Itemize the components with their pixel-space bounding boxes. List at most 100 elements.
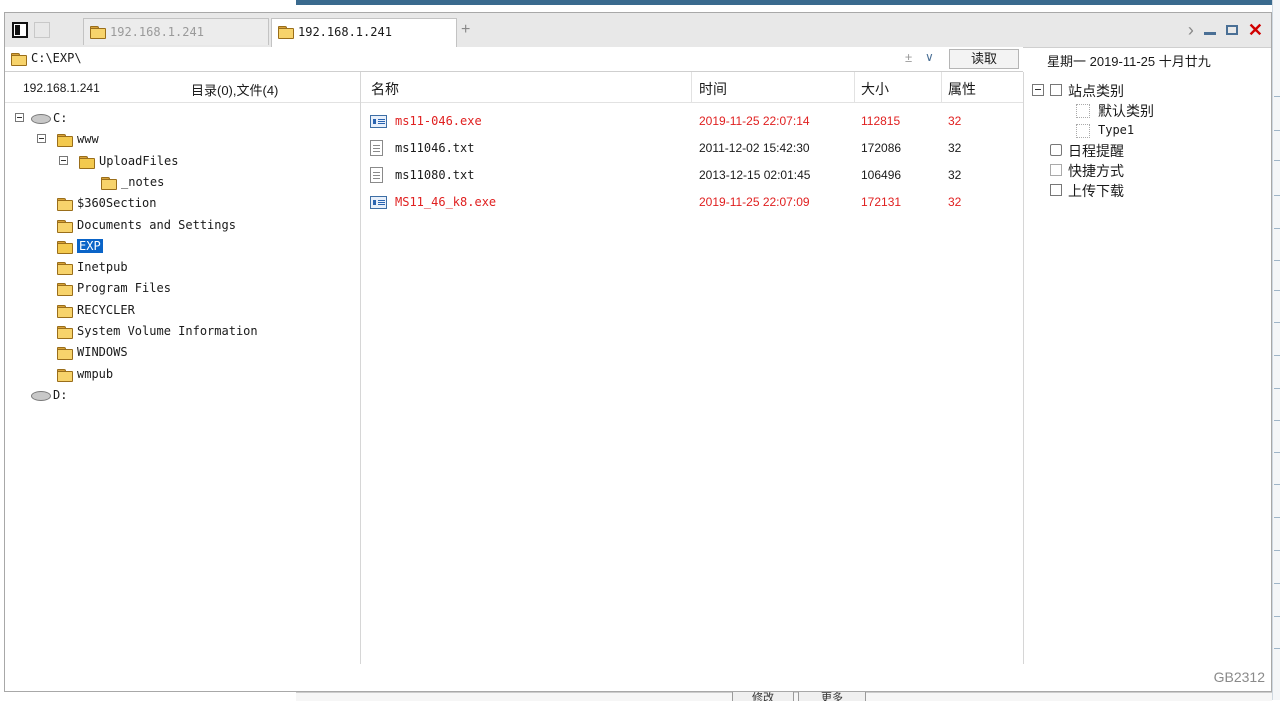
path-input[interactable]: C:\EXP\ [31,51,82,65]
file-row[interactable]: ms11080.txt 2013-12-15 02:01:45 106496 32 [361,162,1023,188]
tree-item[interactable]: Inetpub [37,259,357,279]
column-divider[interactable] [941,72,942,102]
background-divider [1274,484,1280,485]
plus-minus-icon[interactable]: ± [905,50,912,65]
tree-item-label: Documents and Settings [77,217,236,232]
title-bar: 192.168.1.241 192.168.1.241 + › ✕ [5,13,1271,48]
column-divider[interactable] [691,72,692,102]
background-divider [1274,550,1280,551]
background-divider [1274,583,1280,584]
background-divider [1274,420,1280,421]
folder-icon [57,304,73,318]
column-header-attr[interactable]: 属性 [948,79,976,101]
folder-icon [57,198,73,212]
category-item-icon [1076,104,1090,118]
background-divider [1274,228,1280,229]
file-name: ms11046.txt [395,141,475,155]
tree-item-label: UploadFiles [99,153,179,168]
tree-item-label: Program Files [77,281,171,296]
tree-item[interactable]: $360Section [37,195,357,215]
tab-label: 192.168.1.241 [298,25,392,39]
file-row[interactable]: ms11046.txt 2011-12-02 15:42:30 172086 32 [361,135,1023,161]
folder-icon [278,26,294,39]
encoding-label[interactable]: GB2312 [1214,669,1265,685]
site-category-label: 站点类别 [1068,83,1124,99]
tree-item[interactable]: _notes [81,174,401,194]
column-header-size[interactable]: 大小 [861,79,889,101]
exe-file-icon [370,115,387,128]
tab-inactive[interactable]: 192.168.1.241 [83,18,269,45]
background-divider [1274,130,1280,131]
drive-icon [31,390,51,401]
tree-item-label: Inetpub [77,260,128,275]
directory-tree-pane: 192.168.1.241 目录(0),文件(4) C: www UploadFil… [5,72,361,664]
tab-active[interactable]: 192.168.1.241 [271,18,457,48]
background-app-header [296,0,1280,5]
folder-icon [57,219,73,233]
transfer-icon [1050,184,1062,196]
file-time: 2019-11-25 22:07:14 [699,114,810,128]
column-divider[interactable] [854,72,855,102]
drive-icon [31,114,51,124]
address-bar: C:\EXP\ ± ∨ 读取 [5,47,1023,72]
text-file-icon [370,167,383,183]
window-controls: › ✕ [1188,17,1263,43]
read-button[interactable]: 读取 [949,49,1019,69]
tree-item[interactable]: wmpub [37,366,357,386]
collapse-icon[interactable] [37,134,46,144]
background-divider [1274,355,1280,356]
file-manager-window: 192.168.1.241 192.168.1.241 + › ✕ C:\EXP… [4,12,1272,692]
background-divider [1274,322,1280,323]
tree-item[interactable]: WINDOWS [37,344,357,364]
background-divider [1274,290,1280,291]
tree-item-label: System Volume Information [77,324,258,338]
background-divider [1274,160,1280,161]
file-time: 2011-12-02 15:42:30 [699,141,810,155]
collapse-icon[interactable] [15,113,24,122]
column-header-name[interactable]: 名称 [371,79,399,101]
background-app-strip [1272,0,1280,700]
site-category-pane: 站点类别 默认类别 Type1 日程提醒 快捷方式 上传下载 [1023,72,1272,664]
tree-item[interactable]: UploadFiles [59,153,379,173]
tree-item-label: $360Section [77,196,157,211]
folder-icon [57,283,73,297]
tree-item[interactable]: System Volume Information [37,323,357,343]
schedule-reminder-label: 日程提醒 [1068,143,1124,159]
category-item-icon [1076,124,1090,138]
maximize-button[interactable] [1225,25,1238,35]
folder-icon [79,155,95,169]
column-header-time[interactable]: 时间 [699,79,727,101]
tree-item[interactable]: Documents and Settings [37,217,357,237]
item-count-label: 目录(0),文件(4) [191,83,279,98]
file-row[interactable]: MS11_46_k8.exe 2019-11-25 22:07:09 172131 3… [361,189,1023,215]
minimize-button[interactable] [1203,31,1216,35]
exe-file-icon [370,196,387,209]
collapse-icon[interactable] [59,155,68,165]
folder-icon [11,53,27,66]
folder-icon [57,347,73,361]
chevron-right-icon[interactable]: › [1188,20,1194,40]
file-row[interactable]: ms11-046.exe 2019-11-25 22:07:14 112815 32 [361,108,1023,134]
tree-header: 192.168.1.241 目录(0),文件(4) [5,72,360,103]
folder-icon [57,326,73,339]
collapse-icon[interactable] [1032,84,1044,96]
tree-item[interactable]: C: [15,110,335,130]
tree-item-label: D: [53,387,68,402]
type1-label: Type1 [1098,123,1135,137]
tree-item[interactable]: Program Files [37,280,357,300]
tree-item-label: EXP [77,238,103,253]
blank-tab-icon [34,22,50,38]
folder-icon [57,134,73,148]
tree-item-label: _notes [121,174,165,189]
add-tab-button[interactable]: + [461,21,470,39]
folder-icon [57,240,73,254]
tree-item[interactable]: www [37,131,357,151]
tab-label: 192.168.1.241 [110,25,204,39]
chevron-down-icon[interactable]: ∨ [925,50,934,64]
tree-item[interactable]: D: [15,387,335,407]
app-icon[interactable] [12,22,28,38]
close-button[interactable]: ✕ [1248,20,1263,41]
tree-item[interactable]: EXP [37,238,357,258]
tree-item[interactable]: RECYCLER [37,302,357,322]
file-size: 172131 [861,195,902,209]
